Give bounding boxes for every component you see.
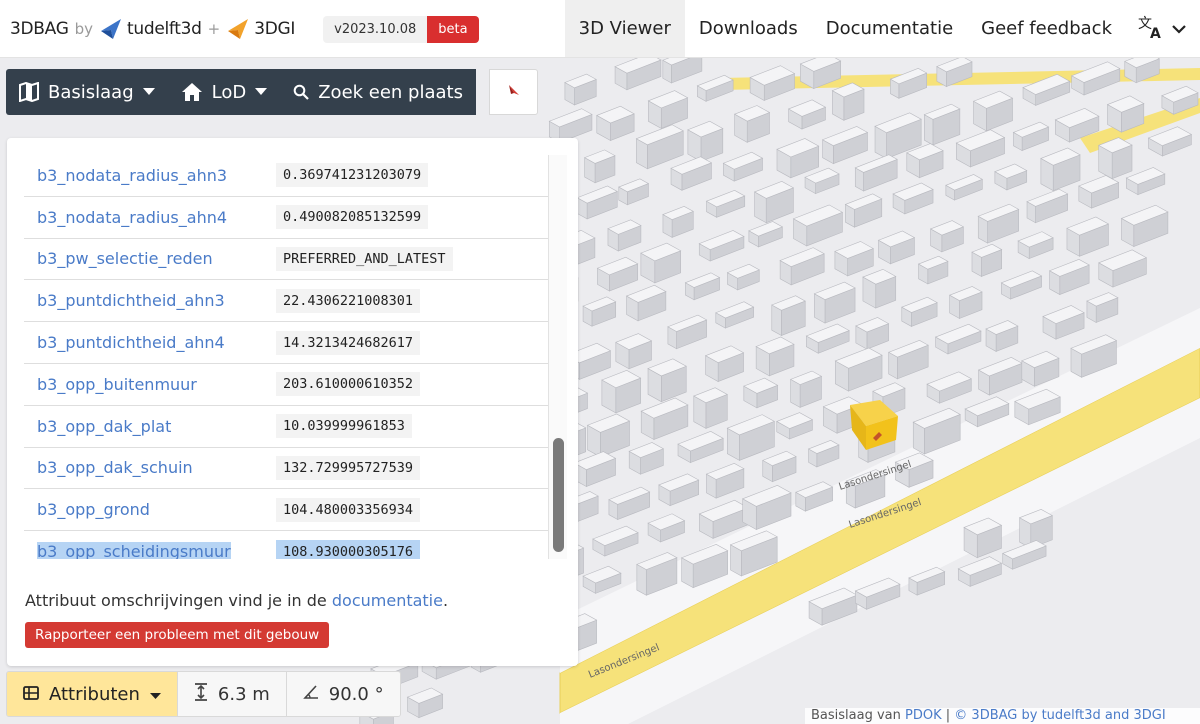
attribute-key: b3_nodata_radius_ahn4 <box>37 207 228 227</box>
angle-value: 90.0 ° <box>328 683 384 705</box>
lod-dropdown[interactable]: LoD <box>168 69 281 115</box>
attribute-key: b3_opp_buitenmuur <box>37 374 197 394</box>
nav-documentatie[interactable]: Documentatie <box>812 0 967 57</box>
search-icon <box>293 84 309 100</box>
basemap-label: Basislaag <box>48 81 134 103</box>
compass-button[interactable] <box>489 69 538 115</box>
caret-down-icon <box>142 88 155 96</box>
nav-menu: 3D Viewer Downloads Documentatie Geef fe… <box>564 0 1200 57</box>
brand-by-text: by <box>74 20 93 38</box>
attribute-key: b3_puntdichtheid_ahn3 <box>37 291 225 311</box>
table-row[interactable]: b3_opp_grond 104.480003356934 <box>24 489 567 532</box>
chevron-down-icon <box>1172 19 1186 38</box>
table-row[interactable]: b3_opp_buitenmuur 203.610000610352 <box>24 364 567 406</box>
table-row[interactable]: b3_opp_dak_plat 10.039999961853 <box>24 406 567 448</box>
attribute-value: 108.930000305176 <box>276 539 421 559</box>
version-tag: v2023.10.08 beta <box>323 15 479 43</box>
attribute-key: b3_pw_selectie_reden <box>37 249 213 269</box>
attribution-separator: | <box>945 708 951 723</box>
attributes-list: b3_nodata_radius_ahn3 0.369741231203079 … <box>24 155 567 559</box>
vertical-scrollbar[interactable] <box>548 155 567 559</box>
attributes-panel: b3_nodata_radius_ahn3 0.369741231203079 … <box>7 138 578 666</box>
compass-icon <box>506 82 522 102</box>
attributes-label: Attributen <box>49 683 140 705</box>
attribute-value: 10.039999961853 <box>276 414 412 439</box>
attribute-key: b3_opp_dak_schuin <box>37 458 193 478</box>
attribute-value: 0.369741231203079 <box>276 163 429 188</box>
scrollbar-thumb[interactable] <box>553 438 564 552</box>
pdok-link[interactable]: PDOK <box>905 708 942 723</box>
table-row[interactable]: b3_nodata_radius_ahn3 0.369741231203079 <box>24 155 567 197</box>
svg-text:A: A <box>1150 26 1161 40</box>
height-readout[interactable]: 6.3 m <box>177 672 287 716</box>
map-toolbar: Basislaag LoD Zoek een plaats <box>6 69 476 115</box>
brand[interactable]: 3DBAG by tudelft3d + 3DGI v2023.10.08 be… <box>0 0 479 58</box>
translate-icon: 文A <box>1138 14 1166 44</box>
table-row[interactable]: b3_nodata_radius_ahn4 0.490082085132599 <box>24 197 567 239</box>
3dgi-logo-icon <box>226 17 250 41</box>
caret-down-icon <box>255 88 268 96</box>
attribute-value: PREFERRED_AND_LATEST <box>276 246 453 271</box>
basemap-dropdown[interactable]: Basislaag <box>6 69 168 115</box>
attribute-key: b3_opp_scheidingsmuur <box>24 542 276 559</box>
attribute-value: 203.610000610352 <box>276 372 421 397</box>
attributes-table[interactable]: b3_nodata_radius_ahn3 0.369741231203079 … <box>24 155 567 559</box>
attribution-prefix: Basislaag van <box>811 708 901 723</box>
brand-plus-text: + <box>207 20 221 38</box>
attribute-value: 14.3213424682617 <box>276 330 421 355</box>
documentation-note: Attribuut omschrijvingen vind je in de d… <box>25 591 448 610</box>
3dgi-name: 3DGI <box>254 19 296 39</box>
angle-icon <box>302 684 319 705</box>
note-text: Attribuut omschrijvingen vind je in de <box>25 591 327 610</box>
table-row[interactable]: b3_opp_dak_schuin 132.729995727539 <box>24 448 567 490</box>
attribute-value: 22.4306221008301 <box>276 288 421 313</box>
tudelft3d-name: tudelft3d <box>126 19 202 39</box>
attribute-value: 0.490082085132599 <box>276 205 429 230</box>
table-row[interactable]: b3_pw_selectie_reden PREFERRED_AND_LATES… <box>24 239 567 281</box>
app-title: 3DBAG <box>10 19 69 39</box>
angle-readout[interactable]: 90.0 ° <box>286 672 400 716</box>
attribute-key: b3_opp_grond <box>37 500 150 520</box>
attribute-value: 132.729995727539 <box>276 455 421 480</box>
attributes-toggle[interactable]: Attributen <box>7 672 178 716</box>
top-navbar: 3DBAG by tudelft3d + 3DGI v2023.10.08 be… <box>0 0 1200 58</box>
3dbag-credit-link[interactable]: © 3DBAG by tudelft3d and 3DGI <box>954 708 1165 723</box>
bottom-toolbar: Attributen 6.3 m 90.0 ° <box>6 671 401 717</box>
attribute-value: 104.480003356934 <box>276 497 421 522</box>
attribute-key: b3_opp_dak_plat <box>37 416 172 436</box>
tudelft3d-logo-icon <box>99 17 123 41</box>
height-icon <box>194 682 208 706</box>
nav-3d-viewer[interactable]: 3D Viewer <box>564 0 685 57</box>
beta-badge: beta <box>427 15 479 43</box>
table-row-selected[interactable]: b3_opp_scheidingsmuur 108.930000305176 <box>24 531 567 559</box>
table-icon <box>23 684 39 705</box>
table-row[interactable]: b3_puntdichtheid_ahn4 14.3213424682617 <box>24 322 567 364</box>
note-period: . <box>442 591 449 610</box>
caret-down-icon <box>149 684 161 705</box>
search-label: Zoek een plaats <box>318 81 463 103</box>
nav-downloads[interactable]: Downloads <box>685 0 812 57</box>
table-row[interactable]: b3_puntdichtheid_ahn3 22.4306221008301 <box>24 280 567 323</box>
version-label: v2023.10.08 <box>323 15 428 43</box>
home-icon <box>181 82 203 102</box>
report-problem-button[interactable]: Rapporteer een probleem met dit gebouw <box>25 622 330 648</box>
nav-feedback[interactable]: Geef feedback <box>967 0 1126 57</box>
lod-label: LoD <box>211 81 247 103</box>
documentation-link[interactable]: documentatie <box>332 591 443 610</box>
map-icon <box>19 82 39 102</box>
attribute-key: b3_puntdichtheid_ahn4 <box>37 333 225 353</box>
place-search[interactable]: Zoek een plaats <box>280 69 476 115</box>
language-selector[interactable]: 文A <box>1126 0 1200 57</box>
attribute-key: b3_nodata_radius_ahn3 <box>37 165 228 185</box>
height-value: 6.3 m <box>217 683 270 705</box>
map-attribution: Basislaag van PDOK | © 3DBAG by tudelft3… <box>805 708 1200 724</box>
